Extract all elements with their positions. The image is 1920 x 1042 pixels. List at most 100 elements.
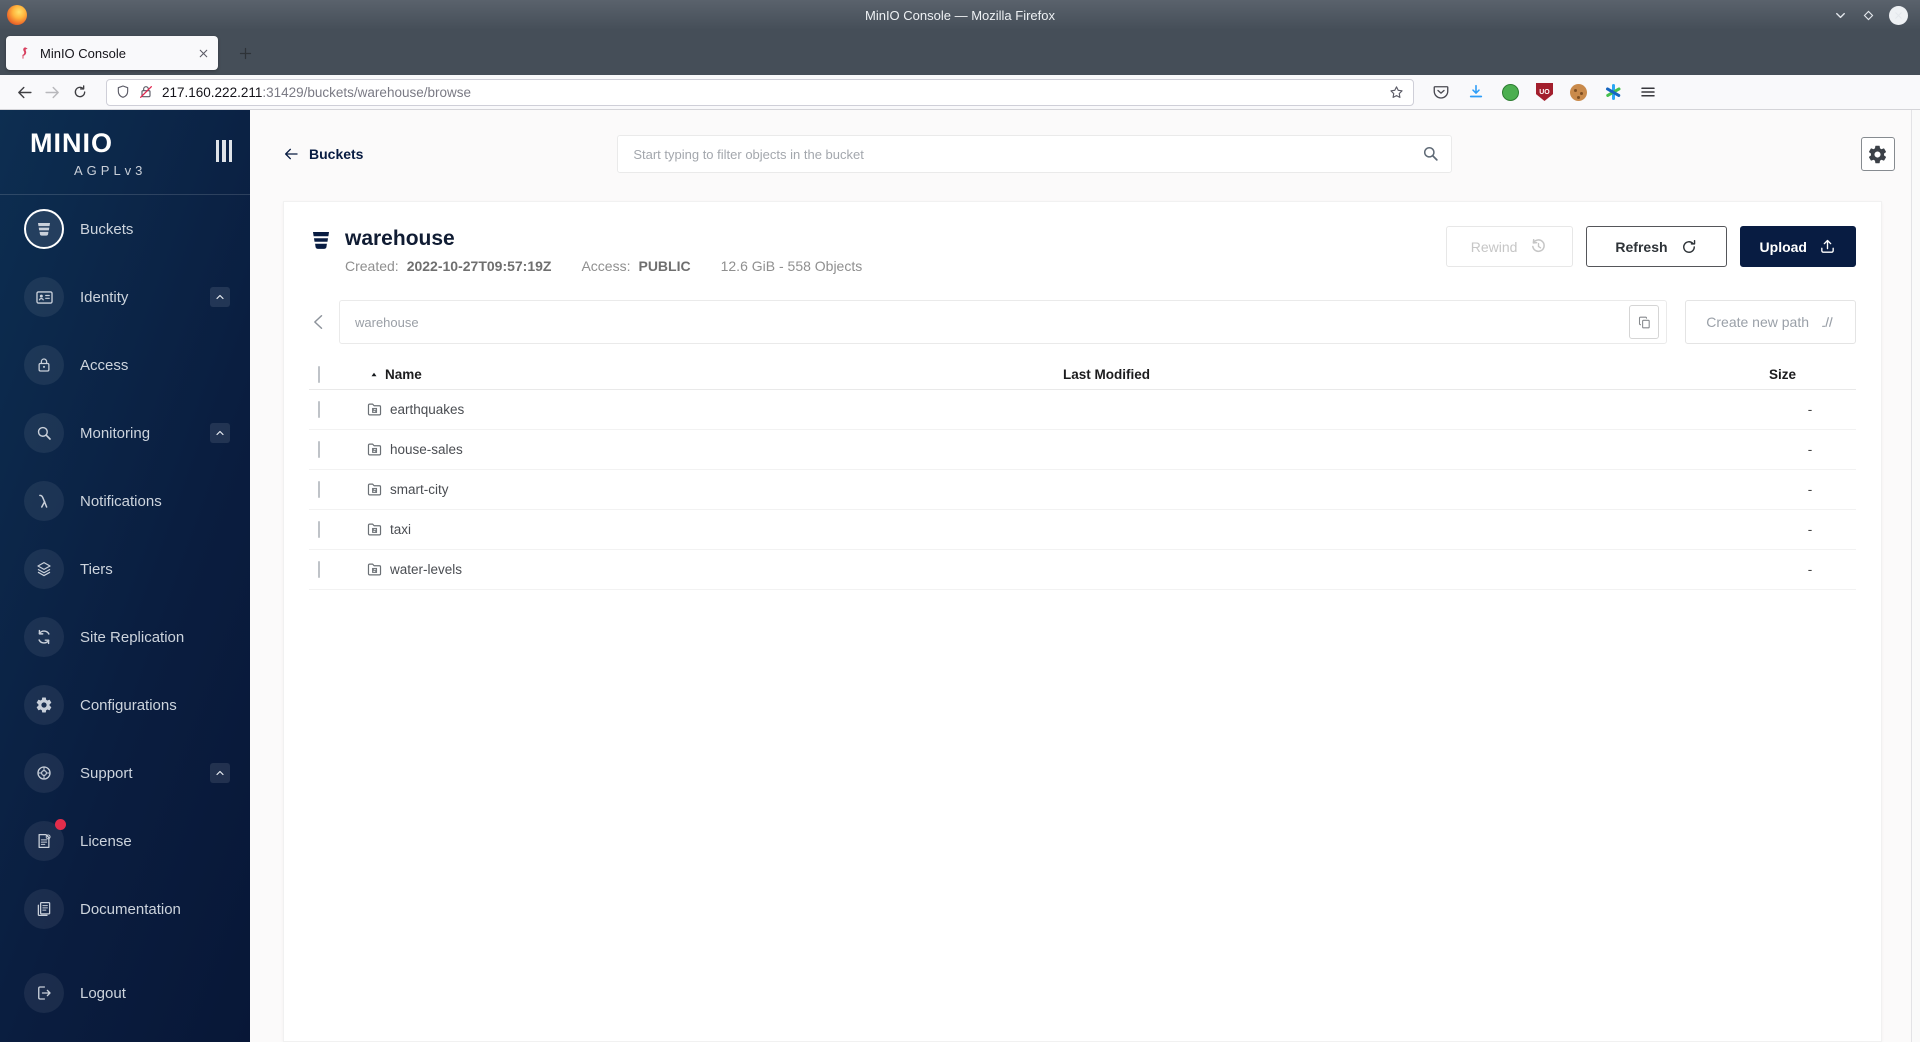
access-value: PUBLIC: [638, 258, 691, 275]
upload-label: Upload: [1759, 238, 1807, 255]
hamburger-menu-icon[interactable]: [1639, 83, 1657, 101]
insecure-lock-icon[interactable]: [138, 84, 154, 100]
reload-button[interactable]: [66, 79, 94, 105]
folder-icon: [366, 481, 383, 498]
sidebar-item-site-replication[interactable]: Site Replication: [0, 603, 250, 671]
create-new-path-button[interactable]: Create new path: [1685, 300, 1856, 345]
sidebar-item-tiers[interactable]: Tiers: [0, 535, 250, 603]
refresh-icon: [1680, 238, 1698, 256]
rewind-label: Rewind: [1470, 238, 1518, 255]
license-icon: [35, 832, 53, 850]
row-checkbox[interactable]: [318, 481, 320, 499]
window-close-icon[interactable]: [1889, 5, 1908, 25]
table-row[interactable]: taxi -: [309, 510, 1856, 551]
object-name-cell[interactable]: house-sales: [355, 441, 1057, 458]
gear-icon: [35, 696, 53, 714]
sidebar-item-support[interactable]: Support: [0, 739, 250, 807]
sidebar-item-identity[interactable]: Identity: [0, 263, 250, 331]
collapse-sidebar-icon[interactable]: [215, 140, 232, 162]
objects-table: Name Last Modified Size earthquakes - ho…: [309, 360, 1856, 591]
sidebar-item-license[interactable]: License: [0, 807, 250, 875]
folder-icon: [366, 401, 383, 418]
select-all-checkbox[interactable]: [318, 366, 320, 384]
refresh-label: Refresh: [1615, 238, 1668, 255]
column-header-last-modified[interactable]: Last Modified: [1057, 367, 1764, 382]
table-row[interactable]: water-levels -: [309, 550, 1856, 591]
new-tab-button[interactable]: [230, 38, 260, 68]
pocket-icon[interactable]: [1432, 83, 1450, 101]
table-row[interactable]: earthquakes -: [309, 390, 1856, 431]
minio-edition-label: AGPLv3: [74, 163, 147, 178]
path-back-button[interactable]: [309, 312, 329, 332]
chevron-up-icon[interactable]: [210, 763, 230, 783]
sidebar-item-buckets[interactable]: Buckets: [0, 195, 250, 263]
table-row[interactable]: smart-city -: [309, 470, 1856, 511]
downloads-icon[interactable]: [1467, 83, 1485, 101]
page-scrollbar[interactable]: [1911, 110, 1920, 1042]
upload-icon: [1819, 238, 1836, 255]
sidebar-item-configurations[interactable]: Configurations: [0, 671, 250, 739]
object-name-cell[interactable]: taxi: [355, 521, 1057, 538]
tracking-shield-icon[interactable]: [115, 84, 131, 100]
sidebar-item-label: Tiers: [80, 560, 113, 578]
window-minimize-icon[interactable]: [1833, 8, 1848, 23]
plus-icon: [238, 46, 253, 61]
tab-close-icon[interactable]: [197, 47, 210, 60]
sidebar-item-access[interactable]: Access: [0, 331, 250, 399]
bucket-icon: [35, 220, 53, 238]
chevron-up-icon[interactable]: [210, 423, 230, 443]
sidebar-item-notifications[interactable]: Notifications: [0, 467, 250, 535]
tab-title: MinIO Console: [40, 45, 126, 61]
window-maximize-icon[interactable]: [1862, 9, 1875, 22]
tab-minio-console[interactable]: MinIO Console: [6, 36, 218, 70]
row-checkbox[interactable]: [318, 561, 320, 579]
breadcrumb-back-buckets[interactable]: Buckets: [283, 146, 413, 162]
bucket-browser-card: warehouse Created: 2022-10-27T09:57:19Z …: [283, 201, 1882, 1042]
object-name: house-sales: [390, 442, 463, 458]
url-bar[interactable]: 217.160.222.211:31429/buckets/warehouse/…: [106, 78, 1414, 106]
table-row[interactable]: house-sales -: [309, 430, 1856, 471]
row-checkbox[interactable]: [318, 401, 320, 419]
size-cell: -: [1807, 522, 1813, 538]
main-content: Buckets warehouse Created:: [250, 110, 1920, 1042]
bookmark-star-icon[interactable]: [1388, 84, 1405, 101]
sort-ascending-icon[interactable]: [369, 370, 379, 380]
back-arrow-icon: [283, 146, 299, 162]
row-checkbox[interactable]: [318, 521, 320, 539]
upload-button[interactable]: Upload: [1739, 226, 1856, 267]
object-name-cell[interactable]: earthquakes: [355, 401, 1057, 418]
cookie-extension-icon[interactable]: [1570, 83, 1587, 101]
object-name-cell[interactable]: smart-city: [355, 481, 1057, 498]
sidebar-item-monitoring[interactable]: Monitoring: [0, 399, 250, 467]
object-name: taxi: [390, 522, 412, 538]
refresh-button[interactable]: Refresh: [1586, 226, 1727, 267]
back-button[interactable]: [10, 79, 38, 105]
sidebar-item-logout[interactable]: Logout: [0, 959, 250, 1027]
object-name: water-levels: [390, 562, 463, 578]
column-header-name[interactable]: Name: [385, 367, 422, 382]
extension-asterisk-icon[interactable]: [1604, 83, 1622, 101]
chevron-up-icon[interactable]: [210, 287, 230, 307]
forward-button[interactable]: [38, 79, 66, 105]
extension-privacy-icon[interactable]: [1502, 83, 1519, 101]
column-header-size[interactable]: Size: [1764, 367, 1856, 382]
sidebar-item-documentation[interactable]: Documentation: [0, 875, 250, 943]
notification-badge: [55, 819, 66, 830]
ublock-extension-icon[interactable]: UO: [1536, 83, 1553, 101]
created-value: 2022-10-27T09:57:19Z: [406, 258, 552, 275]
row-checkbox[interactable]: [318, 441, 320, 459]
current-path: warehouse: [355, 314, 419, 330]
current-path-field: warehouse: [339, 300, 1668, 345]
sidebar-item-label: Notifications: [80, 492, 162, 510]
url-host: 217.160.222.211: [162, 84, 263, 100]
sidebar-item-label: Site Replication: [80, 628, 185, 646]
table-header-row: Name Last Modified Size: [309, 360, 1856, 391]
copy-path-button[interactable]: [1629, 305, 1660, 340]
gear-icon: [1867, 144, 1888, 165]
support-icon: [35, 764, 53, 782]
rewind-button[interactable]: Rewind: [1445, 226, 1574, 267]
firefox-window: MinIO Console — Mozilla Firefox MinIO Co…: [0, 0, 1920, 1042]
settings-button[interactable]: [1860, 137, 1895, 171]
object-name-cell[interactable]: water-levels: [355, 561, 1057, 578]
filter-objects-input[interactable]: [617, 135, 1453, 173]
